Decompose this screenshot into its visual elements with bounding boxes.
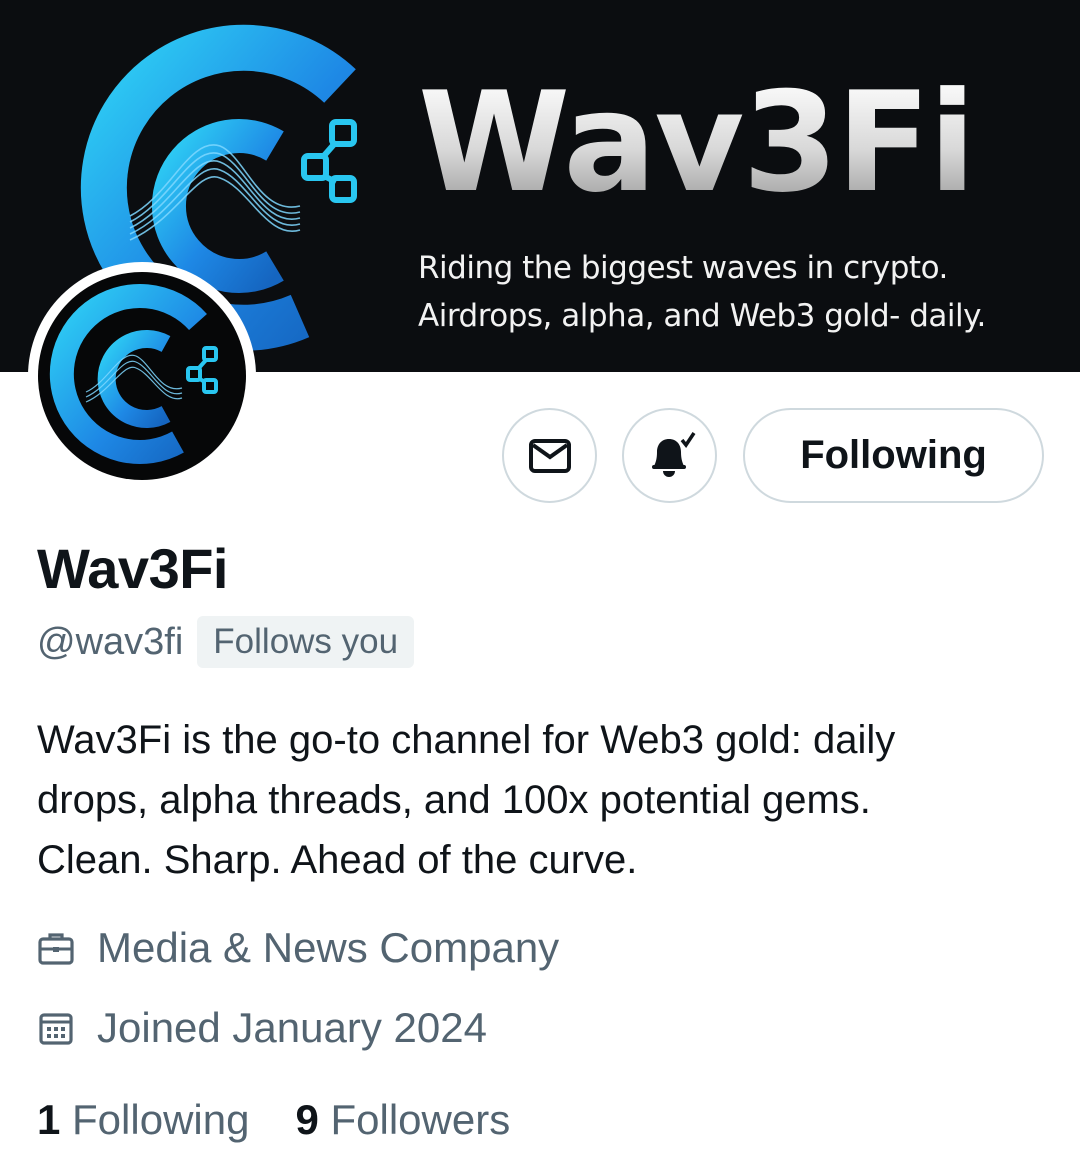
bio-line: drops, alpha threads, and 100x potential… [37, 778, 871, 822]
bio: Wav3Fi is the go-to channel for Web3 gol… [37, 710, 1047, 890]
handle: @wav3fi [37, 620, 184, 663]
banner-title: Wav3Fi [418, 62, 976, 223]
avatar-logo-icon [49, 283, 218, 464]
briefcase-icon [38, 933, 74, 965]
join-date-label: Joined January 2024 [97, 1004, 487, 1051]
follows-you-badge: Follows you [197, 616, 415, 668]
handle-row: @wav3fi Follows you [37, 616, 415, 668]
profile-category: Media & News Company [37, 924, 559, 972]
message-button[interactable] [502, 408, 597, 503]
banner-tagline-line-2: Airdrops, alpha, and Web3 gold- daily. [418, 298, 986, 334]
envelope-icon [528, 438, 571, 473]
follow-stats: 1 Following 9 Followers [37, 1096, 556, 1144]
banner-tagline-line-1: Riding the biggest waves in crypto. [418, 250, 948, 286]
followers-stat-link[interactable]: 9 Followers [295, 1096, 510, 1144]
avatar-image [38, 272, 246, 480]
following-stat-link[interactable]: 1 Following [37, 1096, 249, 1144]
avatar[interactable] [28, 262, 256, 490]
profile-category-label: Media & News Company [97, 924, 560, 971]
followers-label: Followers [330, 1096, 511, 1143]
following-label: Following [72, 1096, 250, 1143]
bio-line: Clean. Sharp. Ahead of the curve. [37, 838, 638, 882]
display-name: Wav3Fi [37, 537, 228, 600]
following-button[interactable]: Following [743, 408, 1044, 503]
followers-count: 9 [295, 1096, 319, 1143]
following-count: 1 [37, 1096, 61, 1143]
bio-line: Wav3Fi is the go-to channel for Web3 gol… [37, 718, 896, 762]
calendar-icon [39, 1013, 73, 1045]
join-date: Joined January 2024 [37, 1004, 487, 1052]
banner-tagline: Riding the biggest waves in crypto. Aird… [418, 244, 986, 340]
notifications-button[interactable] [622, 408, 717, 503]
bell-check-icon [651, 431, 695, 477]
